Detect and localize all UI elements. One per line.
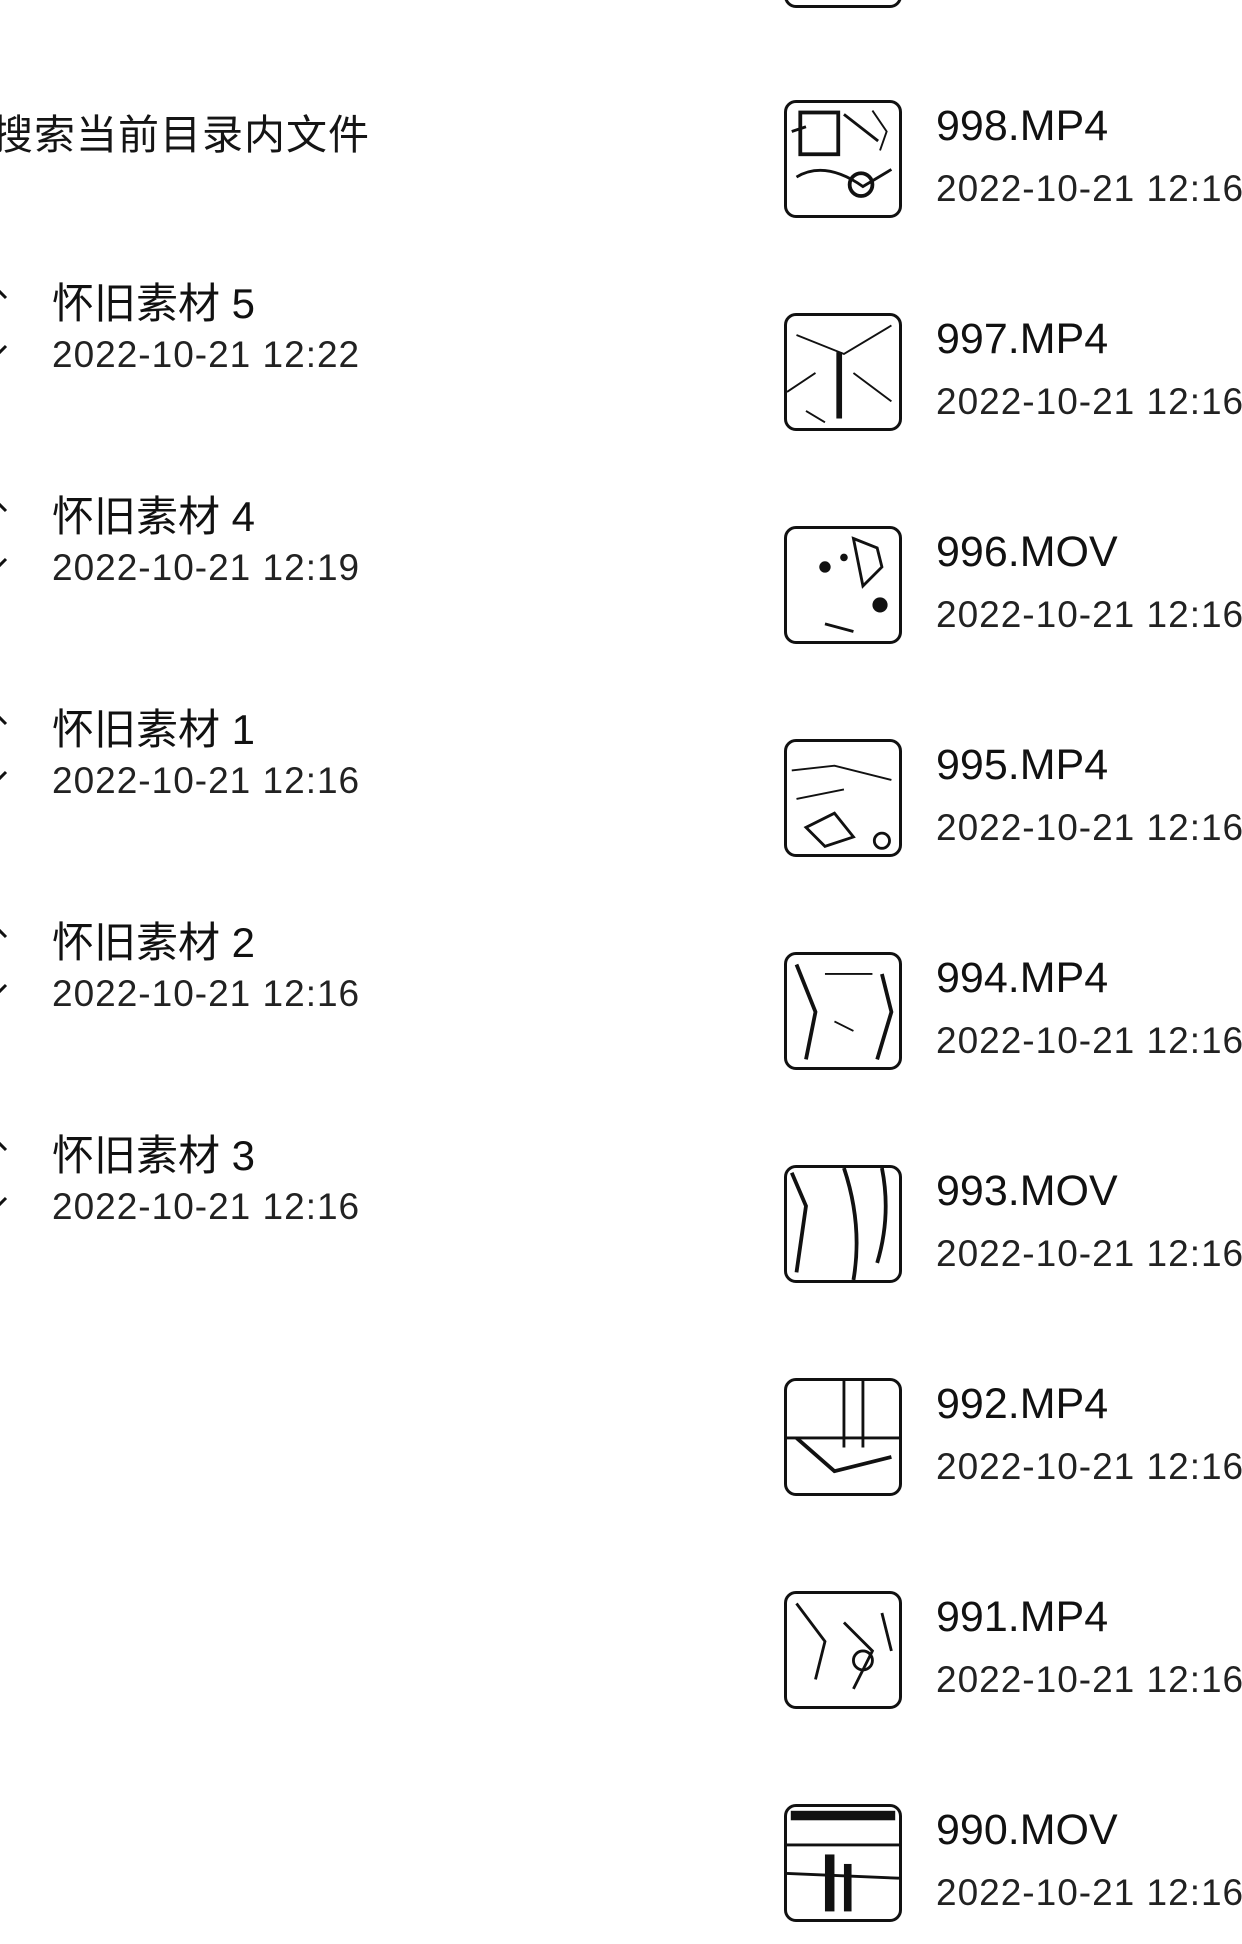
video-thumbnail [784,952,902,1070]
folder-name: 怀旧素材 5 [52,280,256,327]
folder-item[interactable]: 怀旧素材 4 2022-10-21 12:19 [0,483,560,633]
media-name: 993.MOV [936,1167,1118,1215]
folder-name: 怀旧素材 4 [52,493,256,540]
media-date: 2022-10-21 12:16 [936,1020,1242,1061]
folder-icon [0,1141,8,1207]
media-date: 2022-10-21 12:16 [936,1233,1242,1274]
folder-item[interactable]: 怀旧素材 5 2022-10-21 12:22 [0,270,560,420]
media-name: 998.MP4 [936,102,1109,150]
folder-date: 2022-10-21 12:16 [52,760,361,801]
folder-icon [0,502,8,568]
media-name: 996.MOV [936,528,1118,576]
media-item[interactable]: 990.MOV 2022-10-21 12:16 [784,1804,1242,1934]
media-name: 991.MP4 [936,1593,1109,1641]
folder-icon [0,928,8,994]
folder-item[interactable]: 怀旧素材 1 2022-10-21 12:16 [0,696,560,846]
media-item[interactable]: 992.MP4 2022-10-21 12:16 [784,1378,1242,1508]
video-thumbnail [784,526,902,644]
folder-item[interactable]: 怀旧素材 2 2022-10-21 12:16 [0,909,560,1059]
media-item[interactable]: 991.MP4 2022-10-21 12:16 [784,1591,1242,1721]
video-thumbnail [784,100,902,218]
video-thumbnail [784,1165,902,1283]
media-date: 2022-10-21 12:16 [936,594,1242,635]
media-name: 994.MP4 [936,954,1109,1002]
folder-date: 2022-10-21 12:16 [52,1186,361,1227]
video-thumbnail [784,1804,902,1922]
media-date: 2022-10-21 12:16 [936,1872,1242,1913]
media-item[interactable]: 994.MP4 2022-10-21 12:16 [784,952,1242,1082]
video-thumbnail [784,1591,902,1709]
media-date: 2022-10-21 12:16 [936,807,1242,848]
folder-date: 2022-10-21 12:16 [52,973,361,1014]
folder-date: 2022-10-21 12:22 [52,334,361,375]
media-name: 997.MP4 [936,315,1109,363]
file-browser-page: 搜索当前目录内文件 怀旧素材 5 2022-10-21 12:22 怀旧素材 4… [0,0,1242,1944]
folder-name: 怀旧素材 3 [52,1132,256,1179]
folder-icon [0,289,8,355]
media-date: 2022-10-21 12:16 [936,381,1242,422]
media-item[interactable]: 995.MP4 2022-10-21 12:16 [784,739,1242,869]
media-date: 2022-10-21 12:16 [936,1659,1242,1700]
media-date: 2022-10-21 12:16 [936,1446,1242,1487]
folder-date: 2022-10-21 12:19 [52,547,361,588]
video-thumbnail [784,1378,902,1496]
media-item[interactable]: 996.MOV 2022-10-21 12:16 [784,526,1242,656]
video-thumbnail [784,739,902,857]
video-thumbnail-partial[interactable] [784,0,902,8]
search-bar[interactable]: 搜索当前目录内文件 [0,96,370,166]
media-name: 992.MP4 [936,1380,1109,1428]
folder-item[interactable]: 怀旧素材 3 2022-10-21 12:16 [0,1122,560,1272]
folder-name: 怀旧素材 1 [52,706,256,753]
folder-icon [0,715,8,781]
video-thumbnail [784,313,902,431]
media-name: 990.MOV [936,1806,1118,1854]
media-item[interactable]: 993.MOV 2022-10-21 12:16 [784,1165,1242,1295]
media-name: 995.MP4 [936,741,1109,789]
search-placeholder[interactable]: 搜索当前目录内文件 [0,101,370,161]
media-item[interactable]: 997.MP4 2022-10-21 12:16 [784,313,1242,443]
folder-name: 怀旧素材 2 [52,919,256,966]
media-date: 2022-10-21 12:16 [936,168,1242,209]
media-item[interactable]: 998.MP4 2022-10-21 12:16 [784,100,1242,230]
